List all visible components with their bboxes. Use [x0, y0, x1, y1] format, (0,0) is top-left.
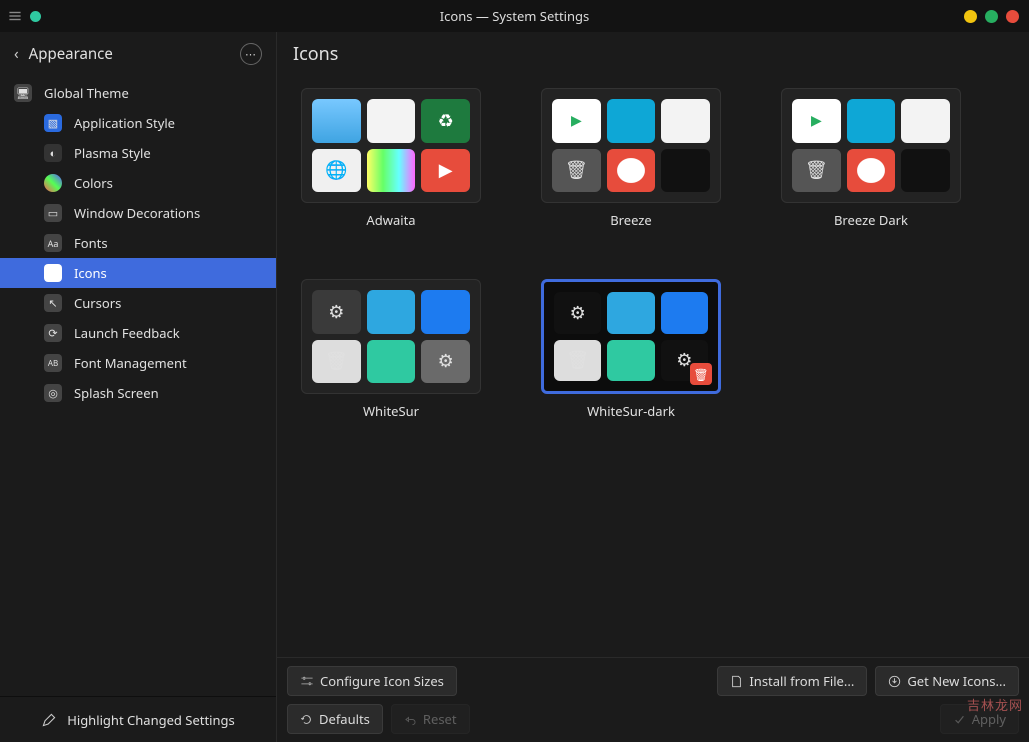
- sidebar: ‹ Appearance ⋯ 🖥 Global Theme ▧ Applicat…: [0, 32, 277, 742]
- sidebar-item-label: Font Management: [74, 354, 187, 372]
- sidebar-item-label: Fonts: [74, 234, 108, 252]
- theme-name: WhiteSur-dark: [587, 402, 675, 420]
- window-icon: ▭: [44, 204, 62, 222]
- sidebar-item-label: Window Decorations: [74, 204, 200, 222]
- defaults-button[interactable]: Defaults: [287, 704, 383, 734]
- restore-icon: [300, 713, 313, 726]
- delete-theme-button[interactable]: 🗑: [690, 363, 712, 385]
- minimize-button[interactable]: [964, 10, 977, 23]
- sidebar-item-colors[interactable]: Colors: [0, 168, 276, 198]
- launch-icon: ⟳: [44, 324, 62, 342]
- sidebar-item-label: Global Theme: [44, 84, 129, 102]
- sidebar-item-label: Colors: [74, 174, 113, 192]
- content-area: Icons ♻ 🌐▶ Adwaita 🗑: [277, 32, 1029, 742]
- plasma-icon: ◐: [44, 144, 62, 162]
- back-label: Appearance: [29, 44, 113, 64]
- highlight-changed-button[interactable]: Highlight Changed Settings: [67, 711, 235, 729]
- fonts-icon: Aa: [44, 234, 62, 252]
- sidebar-item-label: Launch Feedback: [74, 324, 180, 342]
- get-new-icons-button[interactable]: Get New Icons...: [875, 666, 1019, 696]
- sidebar-item-launch-feedback[interactable]: ⟳ Launch Feedback: [0, 318, 276, 348]
- palette-icon: [44, 174, 62, 192]
- sidebar-item-global-theme[interactable]: 🖥 Global Theme: [0, 78, 276, 108]
- maximize-button[interactable]: [985, 10, 998, 23]
- sidebar-item-icons[interactable]: Icons: [0, 258, 276, 288]
- theme-name: WhiteSur: [363, 402, 419, 420]
- configure-icon-sizes-button[interactable]: Configure Icon Sizes: [287, 666, 457, 696]
- theme-name: Breeze: [610, 211, 652, 229]
- watermark: 吉林龙网: [967, 695, 1023, 714]
- sidebar-item-label: Splash Screen: [74, 384, 159, 402]
- sidebar-item-cursors[interactable]: ↖ Cursors: [0, 288, 276, 318]
- theme-name: Adwaita: [366, 211, 415, 229]
- icon-theme-card[interactable]: ♻ 🌐▶ Adwaita: [301, 88, 481, 229]
- cube-icon: ▧: [44, 114, 62, 132]
- undo-icon: [404, 713, 417, 726]
- document-icon: [730, 675, 743, 688]
- window-title: Icons — System Settings: [0, 7, 1029, 25]
- sidebar-item-label: Cursors: [74, 294, 121, 312]
- sidebar-item-fonts[interactable]: Aa Fonts: [0, 228, 276, 258]
- font-mgmt-icon: AB: [44, 354, 62, 372]
- sliders-icon: [300, 674, 314, 688]
- download-icon: [888, 675, 901, 688]
- icon-theme-card[interactable]: ⚙ 🗑⚙ 🗑 WhiteSur-dark: [541, 279, 721, 420]
- sidebar-item-label: Plasma Style: [74, 144, 151, 162]
- apple-icon: [44, 264, 62, 282]
- sidebar-item-window-decorations[interactable]: ▭ Window Decorations: [0, 198, 276, 228]
- sidebar-item-label: Icons: [74, 264, 107, 282]
- icon-theme-card[interactable]: 🗑 Breeze: [541, 88, 721, 229]
- monitor-icon: 🖥: [14, 84, 32, 102]
- titlebar: Icons — System Settings: [0, 0, 1029, 32]
- close-button[interactable]: [1006, 10, 1019, 23]
- icon-theme-card[interactable]: 🗑 Breeze Dark: [781, 88, 961, 229]
- sidebar-item-plasma-style[interactable]: ◐ Plasma Style: [0, 138, 276, 168]
- sidebar-item-splash-screen[interactable]: ◎ Splash Screen: [0, 378, 276, 408]
- sidebar-item-application-style[interactable]: ▧ Application Style: [0, 108, 276, 138]
- sidebar-item-label: Application Style: [74, 114, 175, 132]
- reset-button: Reset: [391, 704, 470, 734]
- check-icon: [953, 713, 966, 726]
- page-title: Icons: [293, 42, 338, 66]
- splash-icon: ◎: [44, 384, 62, 402]
- sidebar-item-font-management[interactable]: AB Font Management: [0, 348, 276, 378]
- chevron-left-icon: ‹: [14, 44, 19, 64]
- icon-theme-card[interactable]: ⚙ 🗑⚙ WhiteSur: [301, 279, 481, 420]
- install-from-file-button[interactable]: Install from File...: [717, 666, 867, 696]
- theme-name: Breeze Dark: [834, 211, 908, 229]
- pencil-icon: [41, 712, 57, 728]
- back-button[interactable]: ‹ Appearance: [14, 44, 113, 64]
- more-menu-button[interactable]: ⋯: [240, 43, 262, 65]
- cursor-icon: ↖: [44, 294, 62, 312]
